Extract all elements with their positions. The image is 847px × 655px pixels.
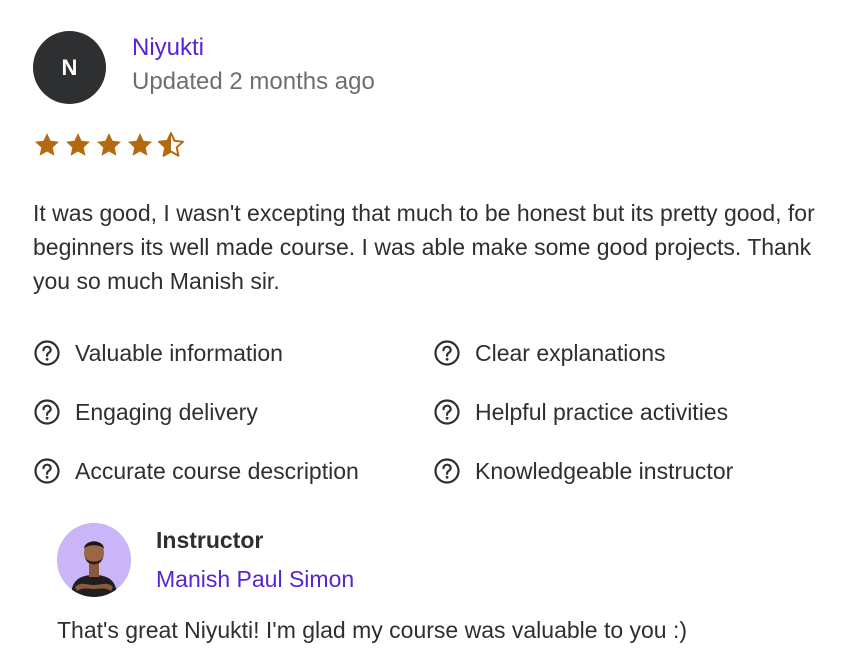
star-full-icon [64,131,92,159]
instructor-avatar[interactable] [57,523,131,597]
question-circle-icon [433,398,461,426]
feedback-item-knowledgeable-instructor[interactable]: Knowledgeable instructor [433,454,733,488]
feedback-item-accurate-course-description[interactable]: Accurate course description [33,454,359,488]
question-circle-icon [433,339,461,367]
feedback-item-valuable-information[interactable]: Valuable information [33,336,283,370]
star-full-icon [33,131,61,159]
reply-text: That's great Niyukti! I'm glad my course… [57,617,688,643]
question-circle-icon [433,457,461,485]
feedback-label: Clear explanations [475,339,666,366]
question-circle-icon [33,398,61,426]
reviewer-avatar: N [33,31,106,104]
feedback-label: Knowledgeable instructor [475,457,734,484]
review-date: Updated 2 months ago [132,68,375,95]
star-full-icon [126,131,154,159]
review-card: N Niyukti Updated 2 months ago It was go… [0,0,847,655]
star-half-icon [157,131,185,159]
feedback-item-clear-explanations[interactable]: Clear explanations [433,336,666,370]
star-full-icon [95,131,123,159]
feedback-item-engaging-delivery[interactable]: Engaging delivery [33,395,258,429]
star-rating [33,131,185,159]
feedback-label: Valuable information [75,339,283,366]
feedback-item-helpful-practice-activities[interactable]: Helpful practice activities [433,395,728,429]
instructor-role-label: Instructor [156,527,264,553]
review-text: It was good, I wasn't excepting that muc… [33,200,815,294]
question-circle-icon [33,457,61,485]
reviewer-name: Niyukti [132,34,205,61]
feedback-label: Helpful practice activities [475,398,729,425]
feedback-label: Engaging delivery [75,398,258,425]
avatar-initial: N [61,54,78,80]
feedback-label: Accurate course description [75,457,359,484]
instructor-name-link[interactable]: Manish Paul Simon [156,566,354,593]
question-circle-icon [33,339,61,367]
